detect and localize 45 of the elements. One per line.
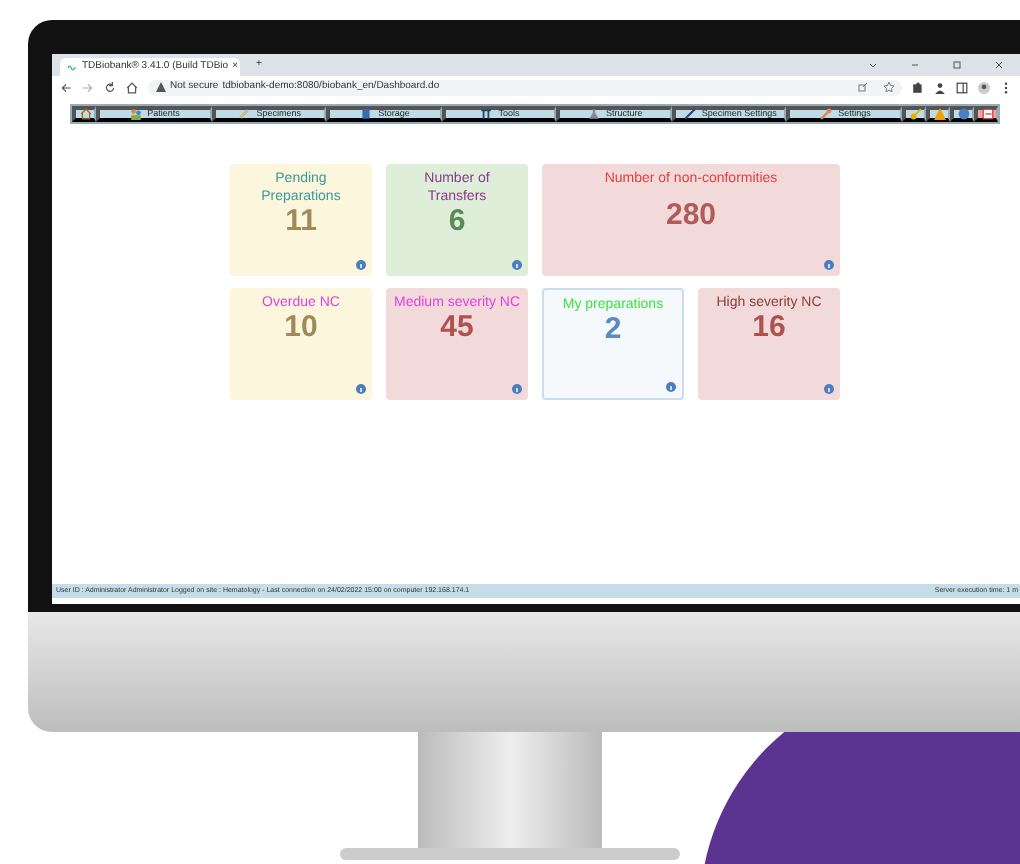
box-icon (360, 108, 373, 120)
back-icon[interactable] (60, 81, 72, 93)
logout-button[interactable] (974, 106, 999, 122)
home-button[interactable] (72, 106, 96, 122)
home-icon (79, 108, 91, 120)
sidebar-icon[interactable] (956, 81, 968, 93)
tile-value: 6 (448, 206, 466, 238)
star-icon[interactable] (884, 82, 894, 92)
info-icon[interactable] (666, 382, 676, 392)
tile-value: 45 (440, 312, 474, 344)
pen-icon (683, 108, 696, 120)
tile-value: 10 (284, 312, 318, 344)
info-icon[interactable] (356, 260, 366, 270)
avatar-icon[interactable] (978, 81, 990, 93)
people-icon (129, 108, 142, 120)
info-icon[interactable] (512, 384, 522, 394)
wave-icon (66, 63, 78, 71)
alert-button[interactable] (926, 106, 951, 122)
reload-icon[interactable] (104, 81, 116, 93)
warning-icon (933, 108, 946, 120)
info-icon (957, 108, 970, 120)
wrench-icon (820, 108, 833, 120)
key-icon (909, 108, 922, 120)
logout-icon (981, 108, 994, 120)
tile-value: 16 (752, 312, 786, 344)
person-icon[interactable] (934, 81, 946, 93)
kebab-menu-icon[interactable] (1000, 81, 1012, 93)
tile-value: 280 (665, 200, 717, 232)
tile-value: 2 (604, 314, 622, 346)
tools-icon (480, 108, 493, 120)
info-icon[interactable] (356, 384, 366, 394)
puzzle-icon[interactable] (912, 81, 924, 93)
info-icon[interactable] (824, 384, 834, 394)
info-icon[interactable] (824, 260, 834, 270)
key-button[interactable] (902, 106, 927, 122)
flask-icon (587, 108, 600, 120)
maximize-icon[interactable] (952, 60, 962, 70)
tile-value: 11 (285, 206, 317, 238)
close-icon[interactable] (994, 60, 1004, 70)
share-icon[interactable] (858, 82, 868, 92)
home-icon[interactable] (126, 81, 138, 93)
info-icon[interactable] (512, 260, 522, 270)
help-button[interactable] (950, 106, 975, 122)
tube-icon (238, 108, 251, 120)
warning-icon (156, 82, 166, 92)
